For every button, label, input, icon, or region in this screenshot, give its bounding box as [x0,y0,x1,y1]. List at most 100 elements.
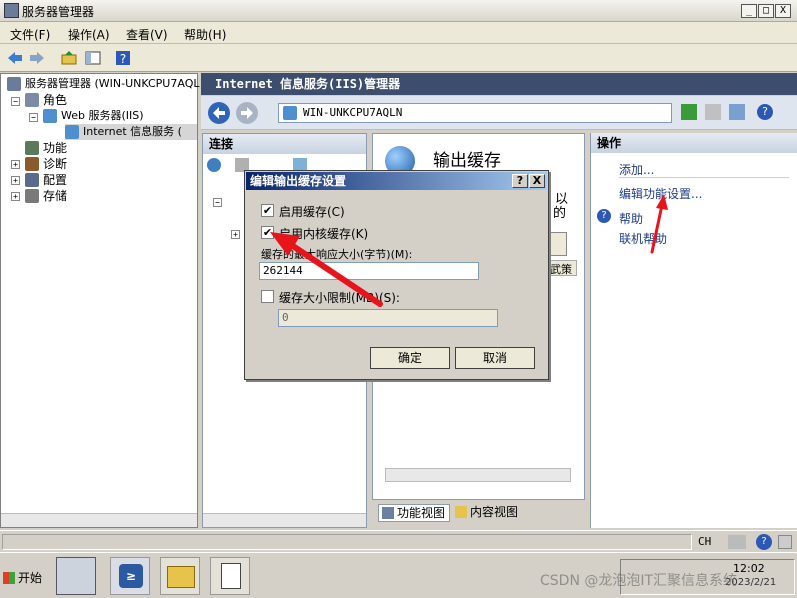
taskbar-server-manager[interactable] [56,557,96,595]
start-button[interactable]: 开始 [2,567,46,589]
column-header-policy[interactable]: 武策 [549,260,577,276]
roles-icon [25,93,39,107]
expand-web-server-toggle[interactable]: − [29,113,38,122]
dialog-title: 编辑输出缓存设置 [250,174,347,188]
feature-scrollbar[interactable] [385,468,571,482]
menu-action[interactable]: 操作(A) [68,26,110,43]
back-nav-icon[interactable] [207,101,231,125]
window-title: 服务器管理器 [22,5,95,19]
stop-icon[interactable] [705,104,721,120]
edit-output-cache-dialog: 编辑输出缓存设置 ? X ✔ 启用缓存(C) ✔ 启用内核缓存(K) 缓存的最大… [244,170,549,380]
status-bar: CH ? [0,530,797,552]
windows-logo-icon [3,572,15,584]
connections-title: 连接 [203,134,366,154]
menu-file[interactable]: 文件(F) [10,26,50,43]
diagnostics-icon [25,157,39,171]
content-view-icon [455,506,467,518]
storage-icon [25,189,39,203]
server-manager-icon [7,77,21,91]
svg-text:?: ? [120,52,126,66]
online-help-link[interactable]: 联机帮助 [619,230,667,247]
watermark-text: CSDN @龙泡泡IT汇聚信息系统 [540,573,738,589]
up-folder-icon[interactable] [60,49,78,67]
enable-kernel-cache-label: 启用内核缓存(K) [279,227,369,241]
dialog-close-button[interactable]: X [529,174,545,188]
configuration-icon [25,173,39,187]
address-bar: WIN-UNKCPU7AQLN ? [201,96,797,130]
max-response-size-input[interactable]: 262144 [259,262,479,280]
forward-arrow-icon[interactable] [28,49,46,67]
powershell-icon: ≥ [119,564,143,588]
expand-diagnostics-toggle[interactable]: + [11,160,20,169]
cache-size-limit-input[interactable]: 0 [278,309,498,327]
refresh-icon[interactable] [681,104,697,120]
show-hide-tree-icon[interactable] [84,49,102,67]
connections-scrollbar[interactable] [203,513,366,527]
add-action-link[interactable]: 添加... [619,161,654,178]
close-button[interactable]: X [775,4,791,18]
enable-cache-label: 启用缓存(C) [279,205,345,219]
taskbar-explorer[interactable] [160,557,200,595]
cache-size-limit-checkbox[interactable] [261,290,274,303]
cache-size-limit-label: 缓存大小限制(MB)(S): [279,291,400,305]
menu-help[interactable]: 帮助(H) [184,26,226,43]
iis-icon [65,125,79,139]
menu-bar: 文件(F) 操作(A) 查看(V) 帮助(H) [0,22,797,44]
document-icon [221,563,241,589]
address-path[interactable]: WIN-UNKCPU7AQLN [278,103,672,123]
expand-server-toggle[interactable]: − [213,198,222,207]
feature-view-icon [382,507,394,519]
status-text-area [2,534,692,550]
forward-nav-icon[interactable] [235,101,259,125]
dialog-help-button[interactable]: ? [512,174,528,188]
taskbar: 开始 ≥ 12:02 2023/2/21 CSDN @龙泡泡IT汇聚信息系统 [0,552,797,598]
description-fragment-2: 的 [553,206,567,221]
status-options-icon[interactable] [778,535,792,549]
keyboard-icon[interactable] [728,535,746,549]
globe-icon [43,109,57,123]
ok-button[interactable]: 确定 [370,347,450,369]
status-help-icon[interactable]: ? [756,534,772,550]
clock-time[interactable]: 12:02 [733,562,765,575]
max-response-size-label: 缓存的最大响应大小(字节)(M): [261,248,413,261]
features-icon [25,141,39,155]
iis-manager-header: Internet 信息服务(IIS)管理器 [201,73,797,95]
tree-item-iis-manager[interactable]: Internet 信息服务 ( [65,124,197,140]
help-icon: ? [597,209,611,223]
expand-sites-toggle[interactable]: + [231,230,240,239]
help-icon[interactable]: ? [114,49,132,67]
taskbar-document[interactable] [210,557,250,595]
menu-view[interactable]: 查看(V) [126,26,168,43]
server-icon [283,106,297,120]
server-manager-tree: 服务器管理器 (WIN-UNKCPU7AQL − 角色 − Web 服务器(II… [0,73,199,528]
tree-horizontal-scrollbar[interactable] [1,513,197,527]
tab-content-view[interactable]: 内容视图 [452,504,524,522]
enable-kernel-cache-checkbox[interactable]: ✔ [261,226,274,239]
back-arrow-icon[interactable] [6,49,24,67]
help-dropdown-icon[interactable]: ? [757,104,773,120]
edit-feature-settings-link[interactable]: 编辑功能设置... [619,185,702,202]
maximize-button[interactable]: □ [758,4,774,18]
expand-configuration-toggle[interactable]: + [11,176,20,185]
help-link[interactable]: 帮助 [619,210,643,227]
language-indicator[interactable]: CH [698,535,711,548]
actions-title: 操作 [591,133,797,153]
feature-title: 输出缓存 [433,151,501,171]
actions-pane: 操作 添加... 编辑功能设置... ? 帮助 联机帮助 [590,133,797,528]
enable-cache-checkbox[interactable]: ✔ [261,204,274,217]
toolbar: ? [0,44,797,72]
server-manager-icon [4,3,19,18]
taskbar-powershell[interactable]: ≥ [110,557,150,595]
home-icon[interactable] [729,104,745,120]
connect-icon[interactable] [207,158,221,172]
actions-divider [619,177,789,178]
folder-icon [167,566,195,588]
tab-feature-view[interactable]: 功能视图 [378,504,450,522]
minimize-button[interactable]: _ [741,4,757,18]
dialog-titlebar: 编辑输出缓存设置 ? X [246,172,547,190]
expand-roles-toggle[interactable]: − [11,97,20,106]
group-by-dropdown[interactable] [549,232,567,256]
expand-storage-toggle[interactable]: + [11,192,20,201]
window-titlebar: 服务器管理器 _ □ X [0,0,797,22]
cancel-button[interactable]: 取消 [455,347,535,369]
